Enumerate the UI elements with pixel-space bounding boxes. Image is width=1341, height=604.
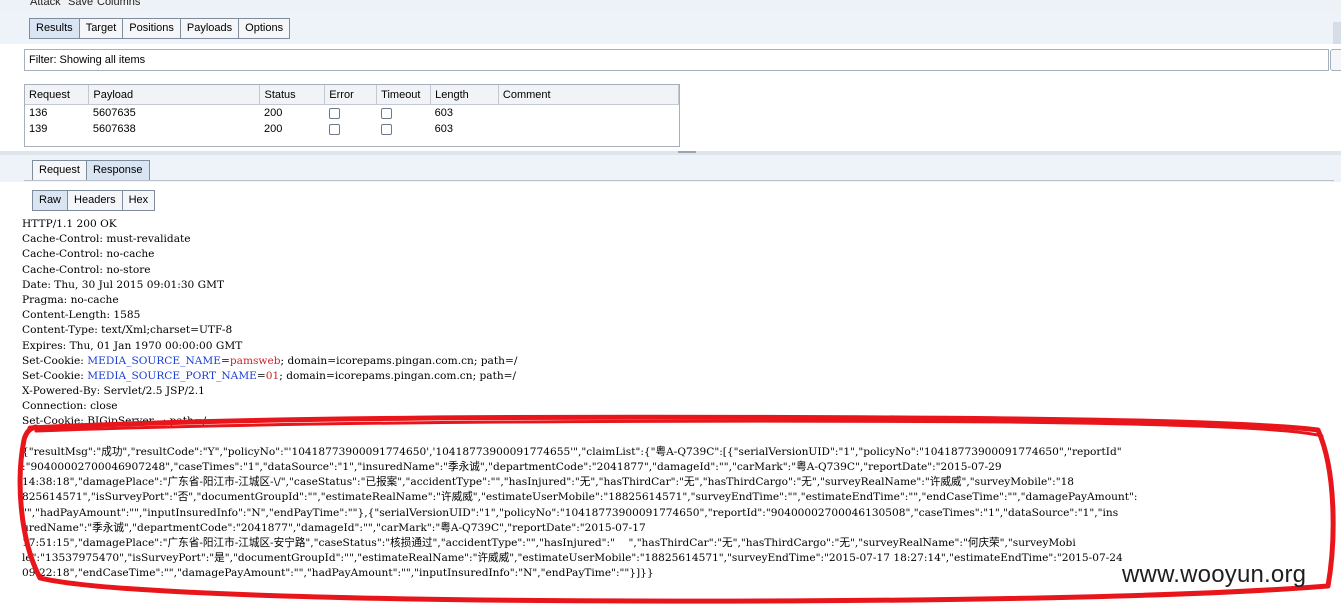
- filter-bar[interactable]: Filter: Showing all items: [24, 49, 1329, 71]
- filter-side-button[interactable]: [1330, 49, 1341, 71]
- cell-request: 136: [29, 107, 48, 119]
- main-tabs: Results Target Positions Payloads Option…: [29, 18, 291, 39]
- header-line: Content-Length: 1585: [22, 309, 141, 322]
- timeout-checkbox[interactable]: [380, 107, 392, 119]
- header-line: Cache-Control: must-revalidate: [22, 233, 191, 246]
- tab-raw[interactable]: Raw: [32, 190, 69, 211]
- cell-comment: [498, 105, 678, 122]
- tab-hex[interactable]: Hex: [122, 190, 156, 211]
- message-tab-band: [0, 155, 1341, 182]
- menu-bar: Attack Save Columns: [0, 0, 1341, 12]
- cell-request: 139: [29, 123, 48, 135]
- body-line: 14:38:18","damagePlace":"广东省-阳江市-江城区-\/"…: [22, 476, 1075, 489]
- col-length[interactable]: Length: [430, 85, 499, 105]
- header-line: Connection: close: [22, 400, 118, 413]
- filter-text: Filter: Showing all items: [29, 54, 146, 66]
- menu-columns[interactable]: Columns: [97, 0, 140, 8]
- cookie-rest: ; domain=icorepams.pingan.com.cn; path=/: [279, 369, 517, 382]
- cell-comment: [498, 121, 678, 137]
- body-line: {"resultMsg":"成功","resultCode":"Y","poli…: [22, 445, 1122, 458]
- col-request[interactable]: Request: [25, 85, 90, 105]
- cell-error: [325, 121, 377, 137]
- cookie-name: MEDIA_SOURCE_PORT_NAME: [87, 369, 257, 382]
- error-checkbox[interactable]: [328, 107, 340, 119]
- watermark: www.wooyun.org: [1122, 561, 1307, 588]
- tab-target[interactable]: Target: [79, 18, 124, 39]
- cookie-value: 01: [265, 369, 280, 382]
- set-cookie-line: Set-Cookie: MEDIA_SOURCE_PORT_NAME=01; d…: [22, 369, 1334, 384]
- message-tabs: Request Response: [32, 160, 150, 181]
- header-line: Pragma: no-cache: [22, 293, 119, 306]
- menu-save[interactable]: Save: [68, 0, 93, 8]
- cell-timeout: [377, 105, 431, 122]
- header-line: Content-Type: text/Xml;charset=UTF-8: [22, 324, 233, 337]
- set-cookie-line: Set-Cookie: MEDIA_SOURCE_NAME=pamsweb; d…: [22, 354, 1334, 369]
- tab-response[interactable]: Response: [86, 160, 150, 181]
- body-line: 17:51:15","damagePlace":"广东省-阳江市-江城区-安宁路…: [22, 536, 1076, 549]
- tab-results[interactable]: Results: [29, 18, 80, 39]
- cookie-value: pamsweb: [229, 354, 281, 367]
- col-comment[interactable]: Comment: [498, 85, 679, 105]
- header-line-obscured: Set-Cookie: BIGipServer...; path=/: [22, 415, 207, 428]
- body-line: "","hadPayAmount":"","inputInsuredInfo":…: [22, 506, 1119, 519]
- cell-error: [325, 105, 377, 122]
- col-error[interactable]: Error: [324, 85, 378, 105]
- status-line: HTTP/1.1 200 OK: [22, 218, 117, 230]
- cookie-prefix: Set-Cookie:: [22, 369, 88, 382]
- header-line: Cache-Control: no-cache: [22, 248, 155, 261]
- view-tabs: Raw Headers Hex: [32, 190, 156, 211]
- results-table: Request Payload Status Error Timeout Len…: [24, 84, 680, 147]
- right-scroll-stub: [1333, 22, 1341, 44]
- tab-request[interactable]: Request: [32, 160, 87, 181]
- table-row[interactable]: 136 5607635 200 603: [25, 105, 679, 122]
- cookie-rest: ; domain=icorepams.pingan.com.cn; path=/: [280, 354, 518, 367]
- response-view-frame: [24, 180, 1334, 211]
- tab-options[interactable]: Options: [239, 18, 291, 39]
- cookie-prefix: Set-Cookie:: [22, 354, 88, 367]
- raw-response[interactable]: HTTP/1.1 200 OK Cache-Control: must-reva…: [22, 217, 1334, 582]
- divider-grip[interactable]: [678, 151, 696, 153]
- col-timeout[interactable]: Timeout: [376, 85, 432, 105]
- cell-length: 603: [434, 123, 453, 135]
- timeout-checkbox[interactable]: [380, 123, 392, 135]
- tab-headers[interactable]: Headers: [68, 190, 123, 211]
- cell-timeout: [377, 121, 431, 137]
- error-checkbox[interactable]: [328, 123, 340, 135]
- table-row[interactable]: 139 5607638 200 603: [25, 121, 679, 137]
- cookie-eq: =: [220, 354, 230, 367]
- table-header-row: Request Payload Status Error Timeout Len…: [25, 85, 679, 105]
- cookie-name: MEDIA_SOURCE_NAME: [87, 354, 221, 367]
- cell-payload: 5607635: [92, 107, 136, 119]
- header-line: X-Powered-By: Servlet/2.5 JSP/2.1: [22, 385, 205, 398]
- header-line: Date: Thu, 30 Jul 2015 09:01:30 GMT: [22, 278, 225, 291]
- cell-length: 603: [434, 107, 453, 119]
- body-line: uredName":"季永诚","departmentCode":"204187…: [22, 521, 646, 534]
- results-grid: Request Payload Status Error Timeout Len…: [25, 85, 679, 137]
- cookie-eq: =: [256, 369, 266, 382]
- col-status[interactable]: Status: [259, 85, 326, 105]
- header-line: Cache-Control: no-store: [22, 263, 151, 276]
- body-line: 825614571","isSurveyPort":"否","documentG…: [22, 491, 1138, 504]
- body-line: :"90400002700046907248","caseTimes":"1",…: [22, 461, 1002, 473]
- header-line: Expires: Thu, 01 Jan 1970 00:00:00 GMT: [22, 339, 243, 352]
- cell-status: 200: [263, 107, 283, 119]
- menu-attack[interactable]: Attack: [30, 0, 61, 8]
- tab-payloads[interactable]: Payloads: [180, 18, 240, 39]
- tab-positions[interactable]: Positions: [123, 18, 181, 39]
- cell-payload: 5607638: [92, 123, 136, 135]
- col-payload[interactable]: Payload: [88, 85, 261, 105]
- cell-status: 200: [263, 123, 283, 135]
